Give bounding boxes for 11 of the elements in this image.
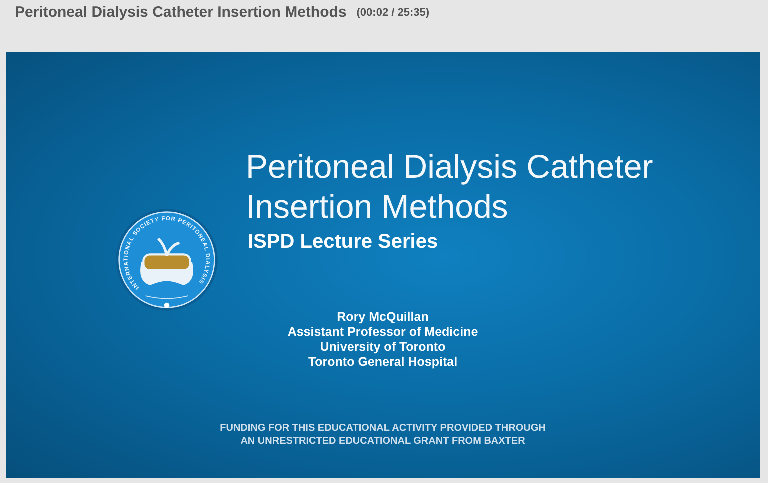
presenter-line: Assistant Professor of Medicine [286,325,480,340]
slide-title: Peritoneal Dialysis Catheter [246,147,654,187]
playback-time: (00:02 / 25:35) [356,7,430,19]
presenter-line: University of Toronto [319,340,447,355]
funding-note: FUNDING FOR THIS EDUCATIONAL ACTIVITY PROVIDED THROUGH [219,422,547,435]
slide-title: Insertion Methods [246,187,510,227]
slide-subtitle: ISPD Lecture Series [248,231,440,254]
presenter-line: Rory McQuillan [336,310,430,325]
presenter-line: Toronto General Hospital [307,355,459,370]
video-title: Peritoneal Dialysis Catheter Insertion Methods [15,4,347,21]
funding-note: AN UNRESTRICTED EDUCATIONAL GRANT FROM BAXTER [240,435,526,448]
